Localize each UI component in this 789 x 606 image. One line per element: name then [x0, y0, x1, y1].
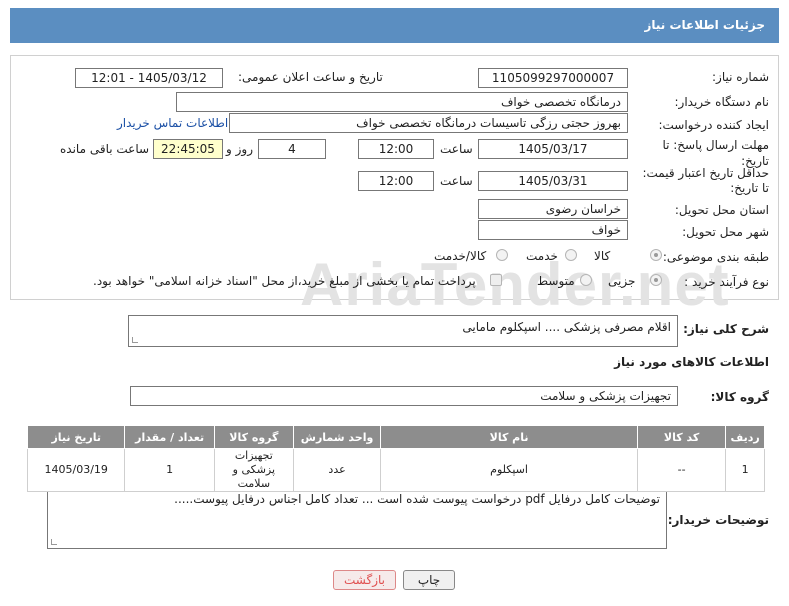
- items-table: ردیف کد کالا نام کالا واحد شمارش گروه کا…: [26, 425, 765, 492]
- page-title: جزئیات اطلاعات نیاز: [644, 18, 765, 32]
- validity-time-label: ساعت: [440, 174, 473, 188]
- validity-label: حداقل تاریخ اعتبار قیمت: تا تاریخ:: [642, 166, 769, 195]
- cell-unit: عدد: [292, 448, 382, 492]
- buyer-contact-link[interactable]: اطلاعات تماس خریدار: [117, 116, 228, 130]
- buyer-notes-label: توضیحات خریدار:: [667, 513, 769, 527]
- process-medium-label: متوسط: [537, 274, 575, 288]
- category-service-label: خدمت: [526, 249, 558, 263]
- header-item-group: گروه کالا: [213, 425, 294, 449]
- process-minor-label: جزیی: [608, 274, 636, 288]
- resize-grip-icon[interactable]: [51, 539, 57, 545]
- validity-time-field: 12:00: [358, 171, 434, 191]
- cell-item-code: --: [636, 448, 727, 492]
- goods-group-label: گروه کالا:: [710, 390, 769, 404]
- page-title-bar: جزئیات اطلاعات نیاز: [10, 8, 779, 43]
- table-header-row: ردیف کد کالا نام کالا واحد شمارش گروه کا…: [26, 425, 765, 449]
- goods-info-title: اطلاعات کالاهای مورد نیاز: [614, 355, 769, 369]
- header-unit: واحد شمارش: [292, 425, 382, 449]
- buyer-label: نام دستگاه خریدار:: [674, 95, 770, 109]
- validity-date-field: 1405/03/31: [478, 171, 628, 191]
- header-need-date: تاریخ نیاز: [26, 425, 126, 449]
- header-item-code: کد کالا: [636, 425, 727, 449]
- category-goods-service-label: کالا/خدمت: [434, 249, 487, 263]
- back-button[interactable]: بازگشت: [333, 570, 396, 590]
- buyer-notes-text: توضیحات کامل درفایل pdf درخواست پیوست شد…: [174, 492, 660, 506]
- city-field: خواف: [478, 220, 628, 240]
- summary-textarea: اقلام مصرفی پزشکی .... اسپکلوم مامایی: [128, 315, 678, 347]
- need-number-field: 1105099297000007: [478, 68, 628, 88]
- need-number-label: شماره نیاز:: [712, 70, 769, 84]
- province-label: استان محل تحویل:: [674, 203, 769, 217]
- days-label: روز و: [226, 142, 253, 156]
- announce-datetime-field: 1405/03/12 - 12:01: [75, 68, 223, 88]
- remaining-time-field: 22:45:05: [153, 139, 223, 159]
- cell-item-name: اسپکلوم: [380, 448, 638, 492]
- cell-need-date: 1405/03/19: [26, 448, 126, 492]
- deadline-time-field: 12:00: [358, 139, 434, 159]
- treasury-checkbox[interactable]: [490, 274, 502, 286]
- table-row: 1 -- اسپکلوم عدد تجهیزات پزشکی و سلامت 1…: [26, 448, 765, 492]
- header-quantity: تعداد / مقدار: [124, 425, 215, 449]
- cell-item-group: تجهیزات پزشکی و سلامت: [213, 448, 294, 492]
- city-label: شهر محل تحویل:: [682, 225, 769, 239]
- resize-grip-icon[interactable]: [132, 337, 138, 343]
- process-medium-radio[interactable]: [580, 274, 592, 286]
- category-goods-service-radio[interactable]: [496, 249, 508, 261]
- summary-text: اقلام مصرفی پزشکی .... اسپکلوم مامایی: [462, 320, 671, 334]
- category-goods-radio[interactable]: [650, 249, 662, 261]
- category-label: طبقه بندی موضوعی:: [662, 250, 769, 264]
- summary-label: شرح کلی نیاز:: [683, 322, 769, 336]
- cell-quantity: 1: [124, 448, 215, 492]
- process-minor-radio[interactable]: [650, 274, 662, 286]
- province-field: خراسان رضوی: [478, 199, 628, 219]
- print-button[interactable]: چاپ: [403, 570, 455, 590]
- remaining-label: ساعت باقی مانده: [60, 142, 150, 156]
- header-item-name: نام کالا: [380, 425, 638, 449]
- deadline-date-field: 1405/03/17: [478, 139, 628, 159]
- requester-label: ایجاد کننده درخواست:: [658, 118, 769, 132]
- treasury-note: پرداخت تمام یا بخشی از مبلغ خرید،از محل …: [93, 274, 476, 288]
- header-row-number: ردیف: [725, 425, 765, 449]
- announce-label: تاریخ و ساعت اعلان عمومی:: [238, 70, 383, 84]
- buyer-notes-textarea: توضیحات کامل درفایل pdf درخواست پیوست شد…: [47, 487, 667, 549]
- cell-row-number: 1: [725, 448, 765, 492]
- deadline-label: مهلت ارسال پاسخ: تا تاریخ:: [662, 138, 769, 168]
- requester-field: بهروز حجتی رزگی تاسیسات درمانگاه تخصصی خ…: [229, 113, 628, 133]
- category-goods-label: کالا: [594, 249, 611, 263]
- process-label: نوع فرآیند خرید :: [684, 275, 769, 289]
- days-remaining-field: 4: [258, 139, 326, 159]
- category-service-radio[interactable]: [565, 249, 577, 261]
- buyer-field: درمانگاه تخصصی خواف: [176, 92, 628, 112]
- goods-group-field: تجهیزات پزشکی و سلامت: [130, 386, 678, 406]
- deadline-time-label: ساعت: [440, 142, 473, 156]
